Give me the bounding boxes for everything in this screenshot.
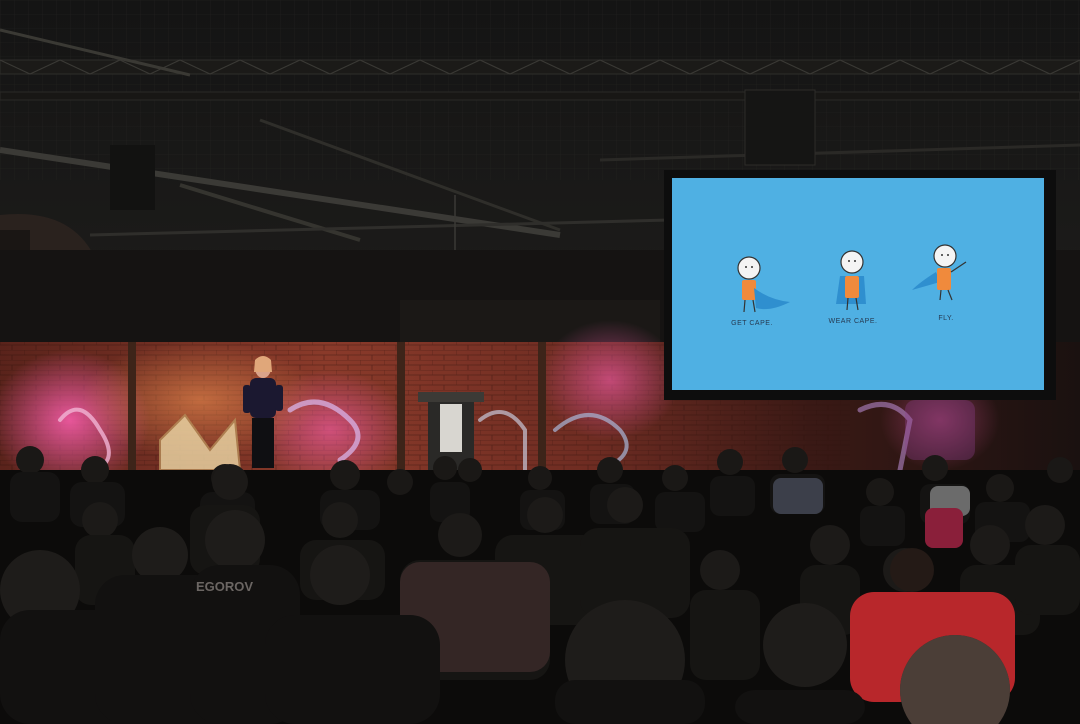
conference-photo: GET CAPE. WEAR CAPE. FLY. EGOROV	[0, 0, 1080, 724]
hanging-speaker	[744, 89, 816, 166]
audience: EGOROV	[0, 446, 1080, 724]
caption-get-cape: GET CAPE.	[731, 320, 773, 327]
shirt-print: EGOROV	[196, 579, 253, 594]
scene-svg: GET CAPE. WEAR CAPE. FLY. EGOROV	[0, 0, 1080, 724]
ceiling-grid	[0, 0, 1080, 180]
left-speaker	[110, 145, 155, 210]
plaid-shirt	[773, 478, 823, 514]
pink-shirt	[925, 508, 963, 548]
caption-wear-cape: WEAR CAPE.	[829, 318, 878, 325]
red-hoodie-head	[890, 548, 934, 592]
projection-screen: GET CAPE. WEAR CAPE. FLY.	[664, 170, 1056, 400]
caption-fly: FLY.	[938, 315, 953, 322]
